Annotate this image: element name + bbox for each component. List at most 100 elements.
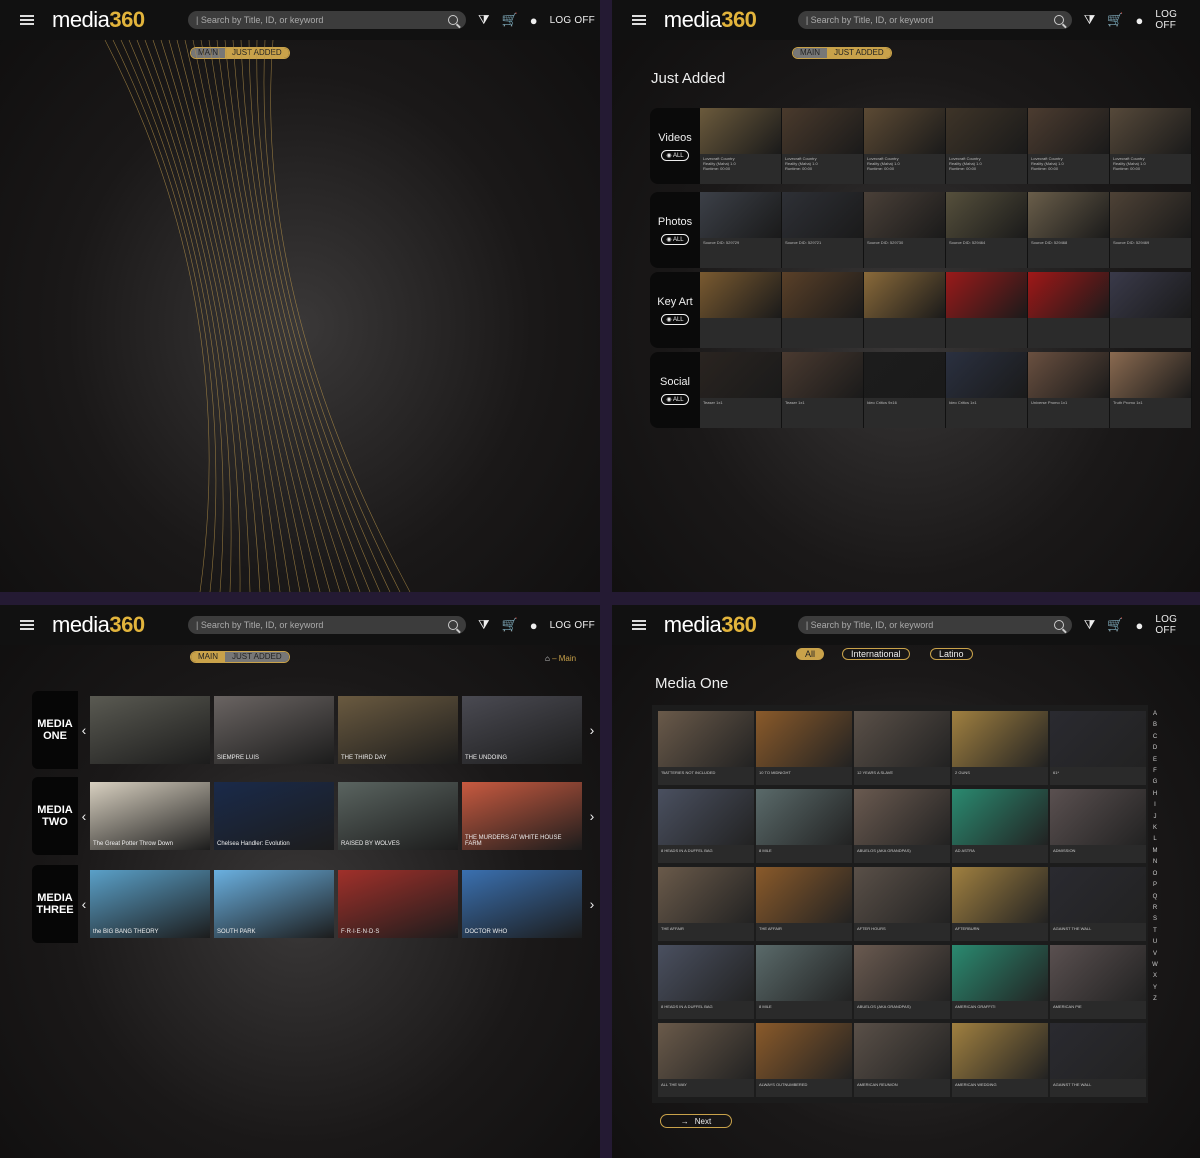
media-tile[interactable]: DOCTOR WHO <box>462 870 582 938</box>
search-box[interactable]: | Search by Title, ID, or keyword <box>797 11 1072 29</box>
title-card[interactable]: ABUELOS (AKA GRANDPAS) <box>854 945 950 1019</box>
title-card[interactable]: 8 HEADS IN A DUFFEL BAG <box>658 945 754 1019</box>
media-tile[interactable]: the BIG BANG THEORY <box>90 870 210 938</box>
media-thumb[interactable]: Lovecraft Country Reality (Maha) 1.0 Run… <box>1028 108 1110 184</box>
alpha-letter[interactable]: P <box>1150 880 1160 891</box>
hamburger-menu-icon[interactable] <box>20 620 34 630</box>
media-tile[interactable]: The Great Potter Throw Down <box>90 782 210 850</box>
row-label[interactable]: MEDIA TWO <box>32 777 78 855</box>
alpha-letter[interactable]: W <box>1150 960 1160 971</box>
media-thumb[interactable]: Lovecraft Country Reality (Maha) 1.0 Run… <box>864 108 946 184</box>
media-thumb[interactable]: Source DID: 529730 <box>864 192 946 268</box>
hamburger-menu-icon[interactable] <box>632 15 646 25</box>
chevron-left-icon[interactable]: ‹ <box>78 808 90 824</box>
breadcrumb-main[interactable]: Main <box>559 654 576 663</box>
user-icon[interactable]: ● <box>1136 618 1144 633</box>
next-button[interactable]: → Next <box>660 1114 732 1128</box>
media-thumb[interactable]: Lovecraft Country Reality (Maha) 1.0 Run… <box>1110 108 1192 184</box>
media-thumb[interactable]: Truth Promo 1x1 <box>1110 352 1192 428</box>
media-tile[interactable]: THE UNDOING <box>462 696 582 764</box>
title-card[interactable]: THE AFFAIR <box>756 867 852 941</box>
title-card[interactable]: ADMISSION <box>1050 789 1146 863</box>
search-icon[interactable] <box>448 620 458 630</box>
media-tile[interactable] <box>90 696 210 764</box>
chevron-right-icon[interactable]: › <box>586 896 598 912</box>
media-thumb[interactable]: Teaser 1x1 <box>782 352 864 428</box>
tab-main[interactable]: MAIN <box>191 652 225 662</box>
alpha-letter[interactable]: B <box>1150 720 1160 731</box>
alpha-letter[interactable]: Y <box>1150 983 1160 994</box>
title-card[interactable]: AMERICAN GRAFFITI <box>952 945 1048 1019</box>
media-thumb[interactable]: Lovecraft Country Reality (Maha) 1.0 Run… <box>782 108 864 184</box>
title-card[interactable]: 12 YEARS A SLAVE <box>854 711 950 785</box>
media-tile[interactable]: SIEMPRE LUIS <box>214 696 334 764</box>
alpha-letter[interactable]: I <box>1150 800 1160 811</box>
logo[interactable]: media360 <box>664 7 788 33</box>
title-card[interactable]: AGAINST THE WALL <box>1050 1023 1146 1097</box>
title-card[interactable]: AD ASTRA <box>952 789 1048 863</box>
hamburger-menu-icon[interactable] <box>632 620 646 630</box>
alpha-letter[interactable]: K <box>1150 823 1160 834</box>
chevron-right-icon[interactable]: › <box>586 808 598 824</box>
title-card[interactable]: AGAINST THE WALL <box>1050 867 1146 941</box>
media-thumb[interactable]: Universe Promo 1x1 <box>1028 352 1110 428</box>
chevron-left-icon[interactable]: ‹ <box>78 896 90 912</box>
media-thumb[interactable]: Lovecraft Country Reality (Maha) 1.0 Run… <box>946 108 1028 184</box>
chevron-left-icon[interactable]: ‹ <box>78 722 90 738</box>
media-tile[interactable]: F·R·I·E·N·D·S <box>338 870 458 938</box>
title-card[interactable]: THE AFFAIR <box>658 867 754 941</box>
media-thumb[interactable]: Source DID: 529721 <box>782 192 864 268</box>
alpha-letter[interactable]: T <box>1150 926 1160 937</box>
filter-latino[interactable]: Latino <box>930 648 973 660</box>
alpha-letter[interactable]: N <box>1150 857 1160 868</box>
search-input[interactable]: | Search by Title, ID, or keyword <box>806 15 1054 25</box>
media-thumb[interactable] <box>864 272 946 348</box>
view-all-button[interactable]: ◉ ALL <box>661 149 689 161</box>
media-thumb[interactable]: Source DID: 529729 <box>700 192 782 268</box>
alpha-letter[interactable]: L <box>1150 834 1160 845</box>
media-thumb[interactable] <box>1110 272 1192 348</box>
alpha-letter[interactable]: E <box>1150 755 1160 766</box>
chevron-right-icon[interactable]: › <box>586 722 598 738</box>
cart-icon[interactable]: 🛒 <box>1107 12 1123 28</box>
title-card[interactable]: 8 MILE <box>756 945 852 1019</box>
row-label[interactable]: MEDIA THREE <box>32 865 78 943</box>
media-tile[interactable]: THE MURDERS AT WHITE HOUSE FARM <box>462 782 582 850</box>
logoff-button[interactable]: LOG OFF <box>550 620 595 631</box>
title-card[interactable]: 8 HEADS IN A DUFFEL BAG <box>658 789 754 863</box>
media-thumb[interactable] <box>782 272 864 348</box>
filter-all[interactable]: All <box>796 648 825 660</box>
title-card[interactable]: 8 MILE <box>756 789 852 863</box>
filter-add-icon[interactable]: ⧩ <box>1084 617 1096 633</box>
media-thumb[interactable]: Ideo Critics 1x1 <box>946 352 1028 428</box>
search-input[interactable]: | Search by Title, ID, or keyword <box>196 620 448 630</box>
tab-main[interactable]: MAIN <box>793 48 827 58</box>
title-card[interactable]: AMERICAN WEDDING <box>952 1023 1048 1097</box>
media-tile[interactable]: THE THIRD DAY <box>338 696 458 764</box>
view-all-button[interactable]: ◉ ALL <box>661 313 689 325</box>
title-card[interactable]: ABUELOS (AKA GRANDPAS) <box>854 789 950 863</box>
logo[interactable]: media360 <box>664 612 788 638</box>
media-tile[interactable]: Chelsea Handler: Evolution <box>214 782 334 850</box>
media-thumb[interactable] <box>700 272 782 348</box>
title-card[interactable]: AMERICAN REUNION <box>854 1023 950 1097</box>
filter-add-icon[interactable]: ⧩ <box>1084 12 1096 28</box>
alpha-letter[interactable]: Z <box>1150 994 1160 1005</box>
cart-icon[interactable]: 🛒 <box>502 617 518 633</box>
title-card[interactable]: 10 TO MIDNIGHT <box>756 711 852 785</box>
logoff-button[interactable]: LOG OFF <box>1155 9 1200 31</box>
title-card[interactable]: ALL THE WAY <box>658 1023 754 1097</box>
title-card[interactable]: 61* <box>1050 711 1146 785</box>
view-all-button[interactable]: ◉ ALL <box>661 233 689 245</box>
filter-international[interactable]: International <box>842 648 910 660</box>
alpha-letter[interactable]: A <box>1150 709 1160 720</box>
alpha-letter[interactable]: F <box>1150 766 1160 777</box>
user-icon[interactable]: ● <box>1136 13 1144 28</box>
filter-add-icon[interactable]: ⧩ <box>478 617 490 633</box>
alpha-letter[interactable]: O <box>1150 869 1160 880</box>
user-icon[interactable]: ● <box>530 618 538 633</box>
title-card[interactable]: AFTERBURN <box>952 867 1048 941</box>
media-thumb[interactable]: Ideo Critics 9x16 <box>864 352 946 428</box>
title-card[interactable]: "BATTERIES NOT INCLUDED <box>658 711 754 785</box>
search-input[interactable]: | Search by Title, ID, or keyword <box>806 620 1054 630</box>
